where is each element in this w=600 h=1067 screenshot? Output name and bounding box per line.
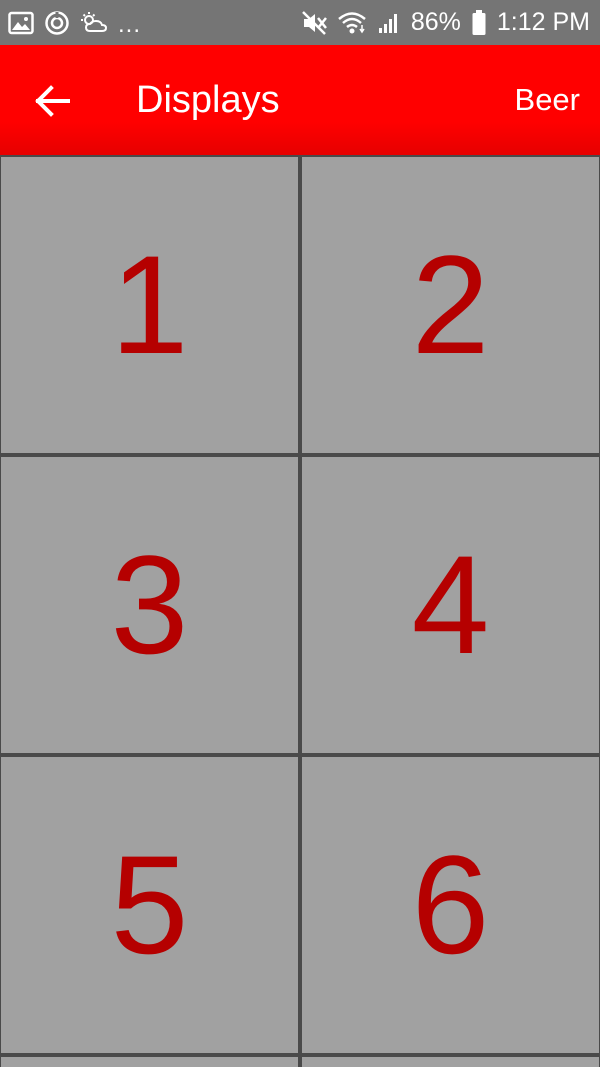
beer-button[interactable]: Beer [515,45,580,155]
display-tile-4[interactable]: 4 [302,457,599,753]
display-tile-5[interactable]: 5 [1,757,298,1053]
display-tile-3[interactable]: 3 [1,457,298,753]
notification-overflow: ... [118,10,142,38]
clock: 1:12 PM [496,8,590,36]
page-title: Displays [136,79,280,121]
display-tile-2[interactable]: 2 [302,157,599,453]
arrow-left-icon [34,85,74,125]
display-number: 1 [110,226,189,383]
status-right: 86% 1:12 PM [301,9,590,37]
mute-icon [301,10,327,36]
back-button[interactable] [34,81,74,121]
sync-icon [44,10,70,36]
weather-icon [80,11,108,35]
display-tile-partial[interactable] [1,1057,298,1067]
signal-icon [377,11,401,35]
display-tile-1[interactable]: 1 [1,157,298,453]
battery-percent: 86% [410,8,461,36]
display-number: 3 [110,526,189,683]
status-left: ... [8,9,141,37]
display-number: 2 [411,226,490,383]
display-number: 5 [110,826,189,983]
app-bar: Displays Beer [0,45,600,155]
gallery-icon [8,11,34,35]
display-number: 4 [411,526,490,683]
wifi-icon [337,10,367,36]
displays-grid: 1 2 3 4 5 6 [0,155,600,1067]
battery-icon [471,9,487,37]
display-tile-6[interactable]: 6 [302,757,599,1053]
status-bar: ... 86% 1:12 PM [0,0,600,45]
display-tile-partial[interactable] [302,1057,599,1067]
display-number: 6 [411,826,490,983]
